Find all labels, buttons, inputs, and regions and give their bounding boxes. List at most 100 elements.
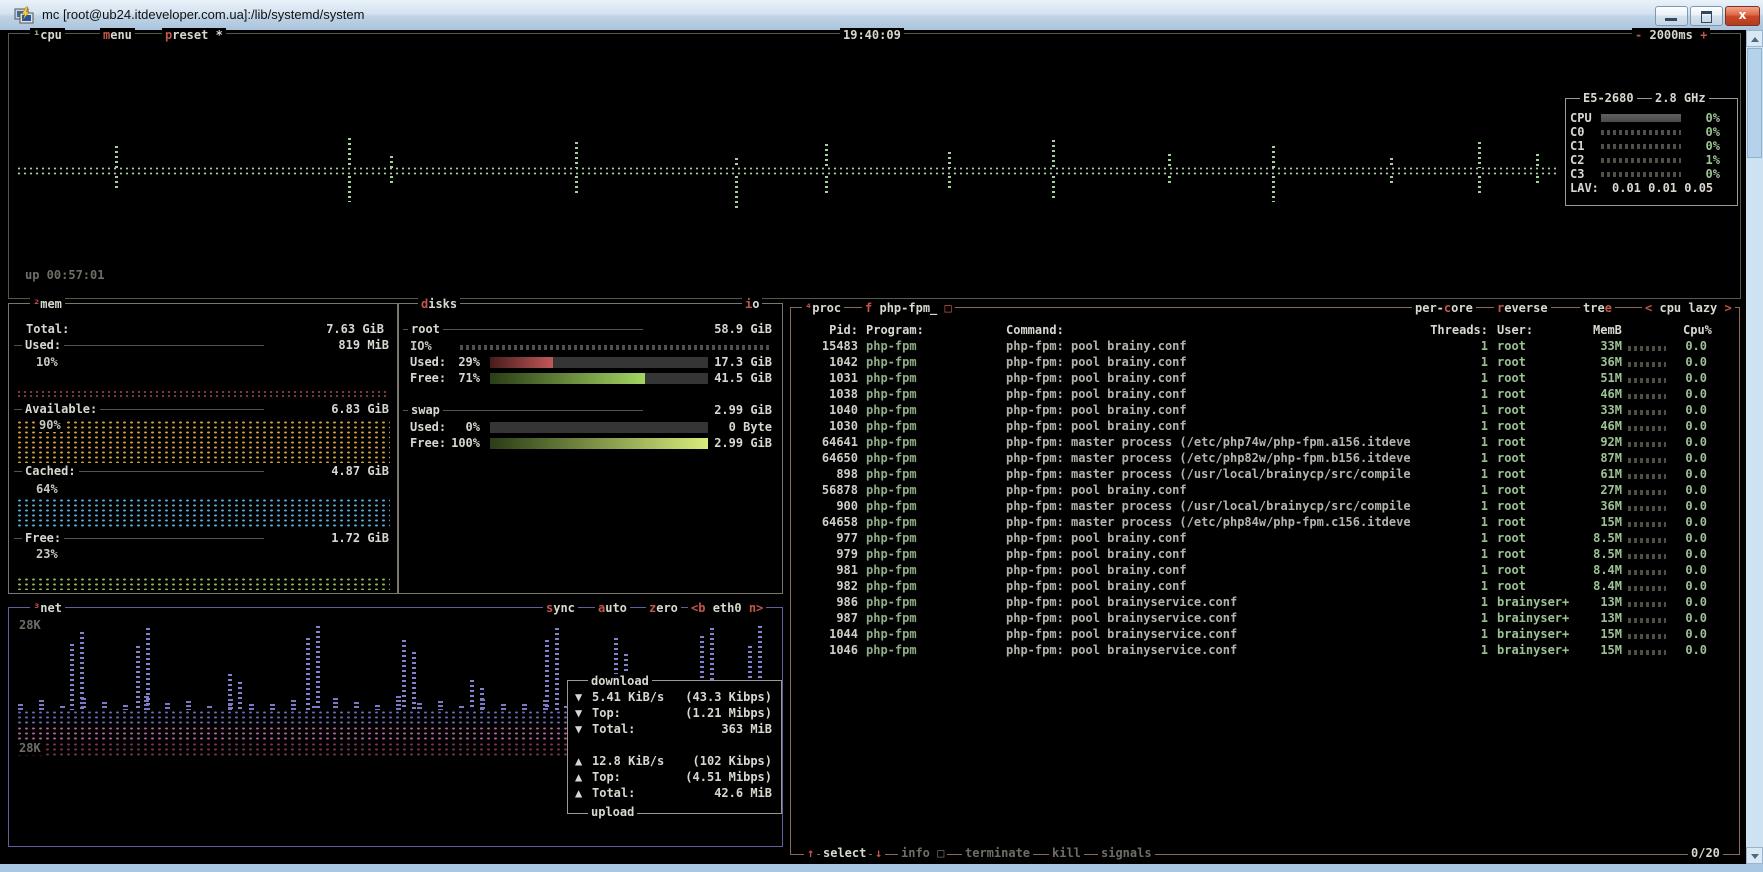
mem-available-pct: 90% (36, 418, 64, 432)
download-top-label: Top: (592, 706, 621, 720)
scrollbar-thumb[interactable] (1747, 48, 1762, 158)
iface-prev-button[interactable]: <b (691, 601, 705, 615)
proc-command: php-fpm: master process (/etc/php74w/php… (1006, 435, 1411, 449)
col-mem[interactable]: MemB (1593, 323, 1622, 337)
proc-command: php-fpm: pool brainy.conf (1006, 339, 1187, 353)
disk-swap-used-pct: 0% (440, 420, 480, 434)
proc-pid: 56878 (798, 483, 858, 497)
proc-pid: 981 (798, 563, 858, 577)
disk-swap-used-bar (490, 422, 708, 433)
disk-root-used-value: 17.3 GiB (700, 355, 772, 369)
terminate-button[interactable]: terminate (962, 846, 1033, 860)
kill-button[interactable]: kill (1049, 846, 1084, 860)
disk-root-used-bar (490, 357, 708, 368)
cpu-tick (1390, 176, 1393, 184)
net-auto-button[interactable]: auto (595, 601, 630, 615)
cpu-tick (825, 144, 828, 168)
cpu-box-title: ¹cpu (30, 28, 65, 42)
mem-cached-row: Cached: 4.87 GiB (14, 464, 391, 478)
net-spike (402, 640, 406, 710)
maximize-button[interactable] (1690, 6, 1723, 26)
proc-program: php-fpm (866, 515, 917, 529)
select-button[interactable]: select (820, 846, 869, 860)
cpu-tick (1390, 158, 1393, 168)
mem-total-label: Total: (26, 322, 69, 336)
proc-pid: 900 (798, 499, 858, 513)
proc-user: root (1497, 499, 1526, 513)
scrollbar[interactable] (1746, 30, 1763, 864)
proc-program: php-fpm (866, 531, 917, 545)
proc-threads: 1 (1408, 579, 1488, 593)
info-button[interactable]: info □ (898, 846, 947, 860)
net-zero-button[interactable]: zero (646, 601, 681, 615)
proc-program: php-fpm (866, 371, 917, 385)
proc-command: php-fpm: pool brainy.conf (1006, 531, 1187, 545)
proc-user: root (1497, 467, 1526, 481)
interval-plus-button[interactable]: + (1700, 28, 1707, 42)
proc-sort-selector: < cpu lazy > (1642, 301, 1735, 315)
upload-arrow-icon: ▲ (575, 754, 582, 768)
disk-swap-row: swap 2.99 GiB (403, 403, 775, 417)
proc-user: root (1497, 419, 1526, 433)
proc-mem: 15M (1560, 515, 1622, 529)
download-top-value: (1.21 Mibps) (660, 706, 772, 720)
close-button[interactable]: x (1725, 6, 1760, 26)
proc-pid: 64650 (798, 451, 858, 465)
menu-button[interactable]: menu (100, 28, 135, 42)
col-program[interactable]: Program: (866, 323, 924, 337)
disks-io-button[interactable]: io (742, 297, 762, 311)
scroll-down-button[interactable] (1746, 847, 1763, 864)
disks-box-title: disks (418, 297, 460, 311)
proc-threads: 1 (1408, 403, 1488, 417)
select-down-icon[interactable]: ↓ (872, 846, 885, 860)
download-title: download (588, 674, 652, 688)
proc-mem: 15M (1560, 643, 1622, 657)
proc-user: root (1497, 547, 1526, 561)
mem-cached-pct: 64% (36, 482, 58, 496)
iface-next-button[interactable]: n> (749, 601, 763, 615)
cpu-tick (575, 176, 578, 196)
download-speed: 5.41 KiB/s (592, 690, 664, 704)
download-arrow-icon: ▼ (575, 706, 582, 720)
net-spike (470, 680, 474, 710)
titlebar[interactable]: mc [root@ub24.itdeveloper.com.ua]:/lib/s… (0, 0, 1763, 31)
cpu-tick (1478, 176, 1481, 194)
proc-user: brainyser+ (1497, 611, 1569, 625)
proc-mem-meter (1628, 522, 1666, 527)
app-icon (14, 5, 34, 25)
proc-program: php-fpm (866, 435, 917, 449)
proc-tree-button[interactable]: tree (1580, 301, 1615, 315)
preset-button[interactable]: preset * (162, 28, 226, 42)
proc-mem-meter (1628, 394, 1666, 399)
col-cpu[interactable]: Cpu% (1683, 323, 1712, 337)
core-name: C3 (1570, 167, 1584, 181)
disk-swap-free-value: 2.99 GiB (700, 436, 772, 450)
upload-speed-bits: (102 Kibps) (660, 754, 772, 768)
core-name: C0 (1570, 125, 1584, 139)
core-usage-pct: 0% (1692, 139, 1720, 153)
scroll-up-button[interactable] (1746, 30, 1763, 47)
proc-threads: 1 (1408, 611, 1488, 625)
minimize-button[interactable] (1655, 6, 1688, 26)
col-pid[interactable]: Pid: (798, 323, 858, 337)
core-name: C2 (1570, 153, 1584, 167)
proc-mem-meter (1628, 426, 1666, 431)
net-sync-button[interactable]: sync (543, 601, 578, 615)
proc-user: root (1497, 515, 1526, 529)
proc-command: php-fpm: pool brainyservice.conf (1006, 611, 1237, 625)
col-threads[interactable]: Threads: (1408, 323, 1488, 337)
select-up-icon[interactable]: ↑ (804, 846, 817, 860)
proc-per-core-button[interactable]: per-core (1412, 301, 1476, 315)
proc-pid: 986 (798, 595, 858, 609)
proc-filter-input[interactable]: f php-fpm_ □ (862, 301, 955, 315)
mem-box-title: ²mem (30, 297, 65, 311)
core-usage-meter (1601, 114, 1681, 122)
cpu-tick (825, 176, 828, 194)
net-scale-bottom: 28K (16, 741, 44, 755)
col-user[interactable]: User: (1497, 323, 1533, 337)
proc-reverse-button[interactable]: reverse (1494, 301, 1551, 315)
col-command[interactable]: Command: (1006, 323, 1064, 337)
signals-button[interactable]: signals (1098, 846, 1155, 860)
sort-next-button[interactable]: > (1725, 301, 1732, 315)
proc-program: php-fpm (866, 419, 917, 433)
